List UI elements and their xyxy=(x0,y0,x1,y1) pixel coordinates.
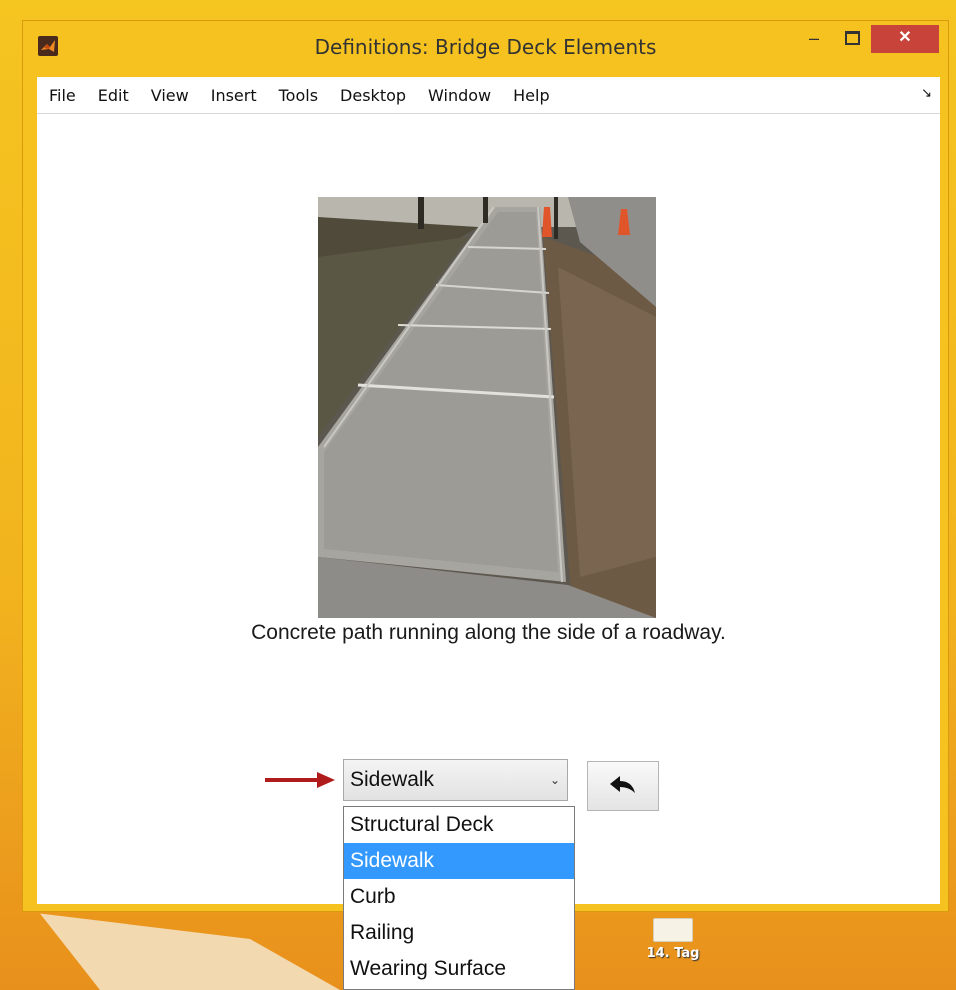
menu-edit[interactable]: Edit xyxy=(87,86,140,105)
maximize-button[interactable] xyxy=(837,25,867,53)
book-icon xyxy=(653,918,693,942)
option-structural-deck[interactable]: Structural Deck xyxy=(344,807,574,843)
back-arrow-icon xyxy=(610,776,635,793)
maximize-icon xyxy=(844,31,860,45)
element-select-dropdown: Structural Deck Sidewalk Curb Railing We… xyxy=(343,806,575,990)
menu-view[interactable]: View xyxy=(140,86,200,105)
menu-file[interactable]: File xyxy=(37,86,87,105)
option-sidewalk[interactable]: Sidewalk xyxy=(344,843,574,879)
menu-window[interactable]: Window xyxy=(417,86,502,105)
menu-bar: File Edit View Insert Tools Desktop Wind… xyxy=(37,77,940,114)
desktop-shortcut-label: 14. Tag xyxy=(646,946,700,961)
menu-tools[interactable]: Tools xyxy=(268,86,329,105)
option-railing[interactable]: Railing xyxy=(344,915,574,951)
figure-canvas: Concrete path running along the side of … xyxy=(37,114,940,904)
back-button[interactable] xyxy=(587,761,659,811)
menu-insert[interactable]: Insert xyxy=(200,86,268,105)
definition-caption: Concrete path running along the side of … xyxy=(251,621,726,644)
element-select-value: Sidewalk xyxy=(350,768,435,791)
annotation-arrow-icon xyxy=(265,772,335,788)
menu-desktop[interactable]: Desktop xyxy=(329,86,417,105)
chevron-down-icon[interactable]: ⌄ xyxy=(544,761,566,799)
minimize-button[interactable]: – xyxy=(799,25,829,53)
desktop-shortcut[interactable]: 14. Tag xyxy=(645,918,701,962)
dock-arrow-icon[interactable]: ↘ xyxy=(921,86,932,101)
desktop-wallpaper-shape xyxy=(40,913,340,990)
sidewalk-photo xyxy=(318,197,656,618)
title-bar[interactable]: Definitions: Bridge Deck Elements – ✕ xyxy=(23,21,948,77)
element-select[interactable]: Sidewalk ⌄ xyxy=(343,759,568,801)
menu-help[interactable]: Help xyxy=(502,86,560,105)
close-button[interactable]: ✕ xyxy=(871,25,939,53)
option-wearing-surface[interactable]: Wearing Surface xyxy=(344,951,574,987)
option-curb[interactable]: Curb xyxy=(344,879,574,915)
figure-window: Definitions: Bridge Deck Elements – ✕ Fi… xyxy=(22,20,949,912)
